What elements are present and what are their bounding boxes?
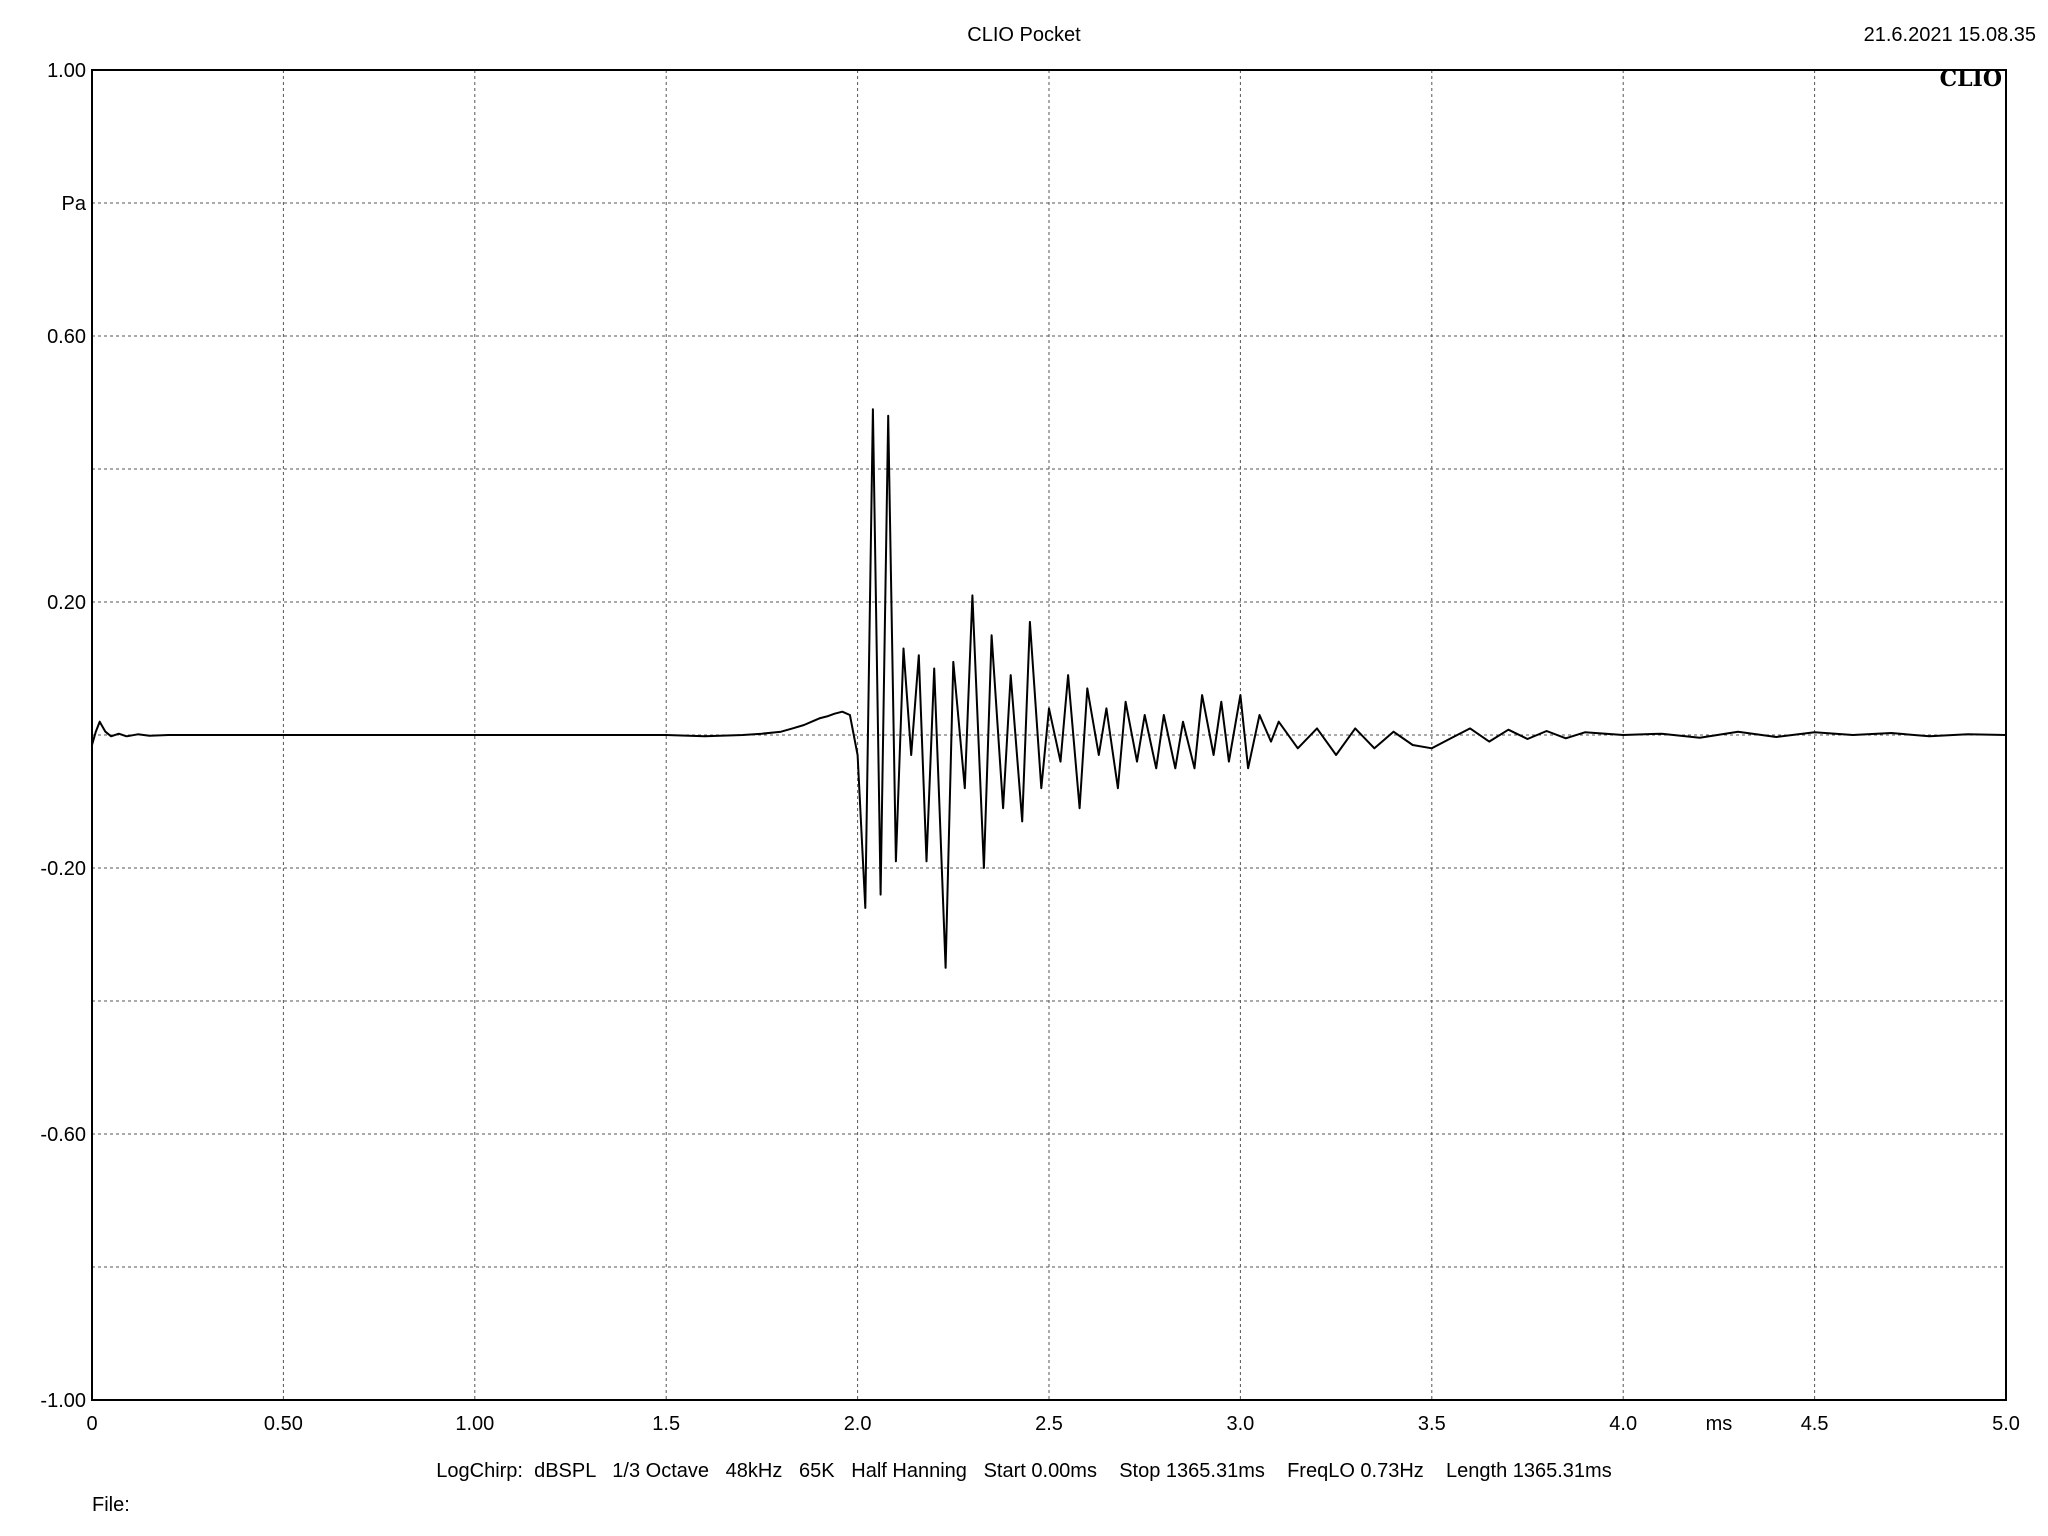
file-label: File: (92, 1494, 130, 1516)
x-tick-label: 2.5 (1035, 1413, 1063, 1435)
y-tick-label: -1.00 (40, 1390, 86, 1412)
x-tick-label: 0 (86, 1413, 97, 1435)
y-axis-label: Pa (62, 193, 87, 215)
x-axis-unit: ms (1706, 1413, 1733, 1435)
x-tick-label: 2.0 (844, 1413, 872, 1435)
x-tick-label: 4.5 (1801, 1413, 1829, 1435)
x-tick-label: 5.0 (1992, 1413, 2020, 1435)
x-tick-label: 1.00 (455, 1413, 494, 1435)
y-tick-label: 1.00 (47, 60, 86, 82)
x-tick-label: 0.50 (264, 1413, 303, 1435)
x-tick-label: 1.5 (652, 1413, 680, 1435)
y-tick-label: 0.20 (47, 592, 86, 614)
y-tick-label: -0.60 (40, 1124, 86, 1146)
x-tick-label: 3.0 (1226, 1413, 1254, 1435)
measurement-settings: LogChirp: dBSPL 1/3 Octave 48kHz 65K Hal… (436, 1460, 1612, 1482)
y-tick-label: -0.20 (40, 858, 86, 880)
x-tick-label: 4.0 (1609, 1413, 1637, 1435)
tick-labels: 0 0.50 1.00 1.5 2.0 2.5 3.0 3.5 4.0 4.5 5.0 1.00 0.6… (40, 60, 2020, 1435)
clio-logo: CLIO (1940, 66, 2002, 92)
impulse-response-chart: 0 0.50 1.00 1.5 2.0 2.5 3.0 3.5 4.0 4.5 5.0 1.00 0.6… (40, 60, 2020, 1435)
x-tick-label: 3.5 (1418, 1413, 1446, 1435)
y-tick-label: 0.60 (47, 326, 86, 348)
